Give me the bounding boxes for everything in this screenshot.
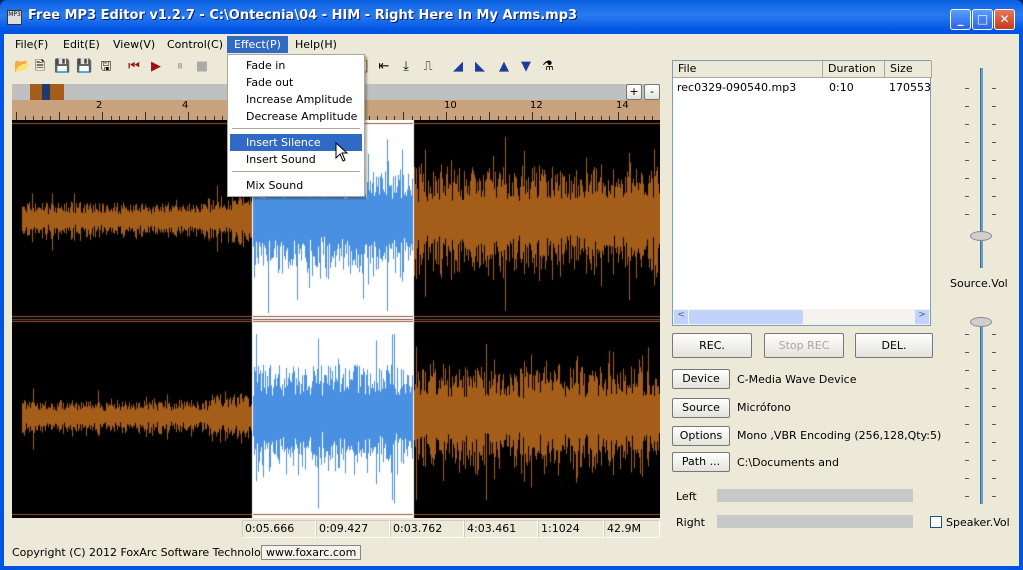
status-selection-length: 0:03.762 — [390, 520, 464, 538]
recording-list[interactable]: File Duration Size rec0329-090540.mp3 0:… — [672, 60, 932, 326]
maximize-button[interactable]: □ — [972, 9, 993, 30]
list-horizontal-scrollbar[interactable]: < > — [673, 309, 930, 325]
source-button[interactable]: Source — [672, 398, 730, 418]
file-name[interactable]: rec0329-090540.mp3 — [677, 81, 796, 94]
left-meter-label: Left — [676, 490, 697, 503]
copyright-text: Copyright (C) 2012 FoxArc Software Techn… — [12, 546, 287, 559]
menu-effect[interactable]: Effect(P) — [227, 36, 288, 53]
export-icon[interactable]: 🖫 — [98, 59, 114, 75]
options-value: Mono ,VBR Encoding (256,128,Qty:5) — [737, 429, 942, 442]
pause-icon[interactable]: ⏸ — [172, 59, 188, 75]
new-file-icon[interactable]: 🗎 — [32, 59, 48, 75]
marker-icon[interactable]: ⎍ — [420, 59, 436, 75]
menu-separator — [232, 171, 360, 172]
del-button[interactable]: DEL. — [855, 333, 933, 358]
menu-file[interactable]: File(F) — [8, 36, 55, 53]
speaker-volume-thumb[interactable] — [970, 317, 992, 327]
menu-item-mix-sound[interactable]: Mix Sound — [230, 177, 362, 194]
window-title: Free MP3 Editor v1.2.7 - C:\Ontecnia\04 … — [28, 8, 578, 23]
mouse-cursor-icon — [335, 142, 349, 162]
amplify-down-icon[interactable]: ▼ — [518, 59, 534, 75]
status-total-length: 4:03.461 — [464, 520, 538, 538]
menu-control[interactable]: Control(C) — [160, 36, 230, 53]
status-file-size: 42.9M — [604, 520, 660, 538]
source-value: Micrófono — [737, 401, 791, 414]
minimize-button[interactable]: _ — [950, 9, 971, 30]
rec-button[interactable]: REC. — [672, 333, 752, 358]
status-selection-start: 0:05.666 — [242, 520, 316, 538]
left-level-meter — [717, 489, 913, 502]
open-folder-icon[interactable]: 📂 — [14, 59, 30, 75]
path-value: C:\Documents and — [737, 456, 840, 469]
menu-edit[interactable]: Edit(E) — [56, 36, 107, 53]
source-volume-thumb[interactable] — [970, 231, 992, 241]
zoom-out-button[interactable]: - — [644, 84, 660, 100]
amplify-up-icon[interactable]: ▲ — [496, 59, 512, 75]
insert-icon[interactable]: ⇤ — [376, 59, 392, 75]
device-button[interactable]: Device — [672, 369, 730, 389]
scroll-right-icon[interactable]: > — [915, 310, 929, 324]
save-as-icon[interactable]: 💾 — [76, 59, 92, 75]
file-duration: 0:10 — [829, 81, 854, 94]
marker-down-icon[interactable]: ⤓ — [398, 59, 414, 75]
column-duration[interactable]: Duration — [823, 61, 885, 78]
column-file[interactable]: File — [673, 61, 823, 78]
ruler-label: 2 — [96, 100, 103, 111]
file-size: 170553 — [889, 81, 931, 94]
menu-bar: File(F) Edit(E) View(V) Control(C) Effec… — [4, 36, 1019, 53]
app-window: MP3 Free MP3 Editor v1.2.7 - C:\Ontecnia… — [0, 0, 1023, 570]
ruler-label: 12 — [530, 100, 543, 111]
website-link[interactable]: www.foxarc.com — [261, 545, 362, 560]
ruler-label: 4 — [182, 100, 189, 111]
close-button[interactable]: ✕ — [994, 9, 1015, 30]
menu-item-fade-in[interactable]: Fade in — [230, 57, 362, 74]
effect-dropdown-menu: Fade in Fade out Increase Amplitude Decr… — [227, 54, 365, 197]
speaker-volume-slider[interactable] — [980, 319, 983, 504]
menu-item-fade-out[interactable]: Fade out — [230, 74, 362, 91]
skip-back-icon[interactable]: ⏮ — [126, 59, 142, 75]
zoom-in-button[interactable]: + — [626, 84, 642, 100]
speaker-volume-checkbox[interactable] — [930, 516, 942, 528]
menu-view[interactable]: View(V) — [106, 36, 162, 53]
menu-item-decrease-amplitude[interactable]: Decrease Amplitude — [230, 108, 362, 125]
save-icon[interactable]: 💾 — [54, 59, 70, 75]
menu-help[interactable]: Help(H) — [288, 36, 344, 53]
fade-in-icon[interactable]: ◢ — [450, 59, 466, 75]
fade-out-icon[interactable]: ◣ — [472, 59, 488, 75]
path-button[interactable]: Path ... — [672, 452, 730, 472]
play-icon[interactable]: ▶ — [148, 59, 164, 75]
speaker-volume-label: Speaker.Vol — [946, 516, 1010, 529]
scroll-thumb[interactable] — [689, 310, 803, 324]
stop-icon[interactable]: ■ — [194, 59, 210, 75]
filter-icon[interactable]: ⚗ — [540, 59, 556, 75]
stop-rec-button[interactable]: Stop REC — [764, 333, 844, 358]
device-value: C-Media Wave Device — [737, 373, 857, 386]
source-volume-label: Source.Vol — [950, 277, 1008, 290]
right-meter-label: Right — [676, 516, 705, 529]
right-level-meter — [717, 515, 913, 528]
column-size[interactable]: Size — [885, 61, 932, 78]
status-selection-end: 0:09.427 — [316, 520, 390, 538]
ruler-label: 10 — [444, 100, 457, 111]
options-button[interactable]: Options — [672, 426, 730, 446]
client-area: File(F) Edit(E) View(V) Control(C) Effec… — [4, 34, 1019, 566]
menu-separator — [232, 128, 360, 129]
scroll-left-icon[interactable]: < — [674, 310, 688, 324]
app-icon: MP3 — [7, 10, 22, 25]
overview-thumb[interactable] — [30, 84, 64, 100]
status-zoom-ratio: 1:1024 — [538, 520, 604, 538]
menu-item-increase-amplitude[interactable]: Increase Amplitude — [230, 91, 362, 108]
ruler-label: 14 — [616, 100, 629, 111]
